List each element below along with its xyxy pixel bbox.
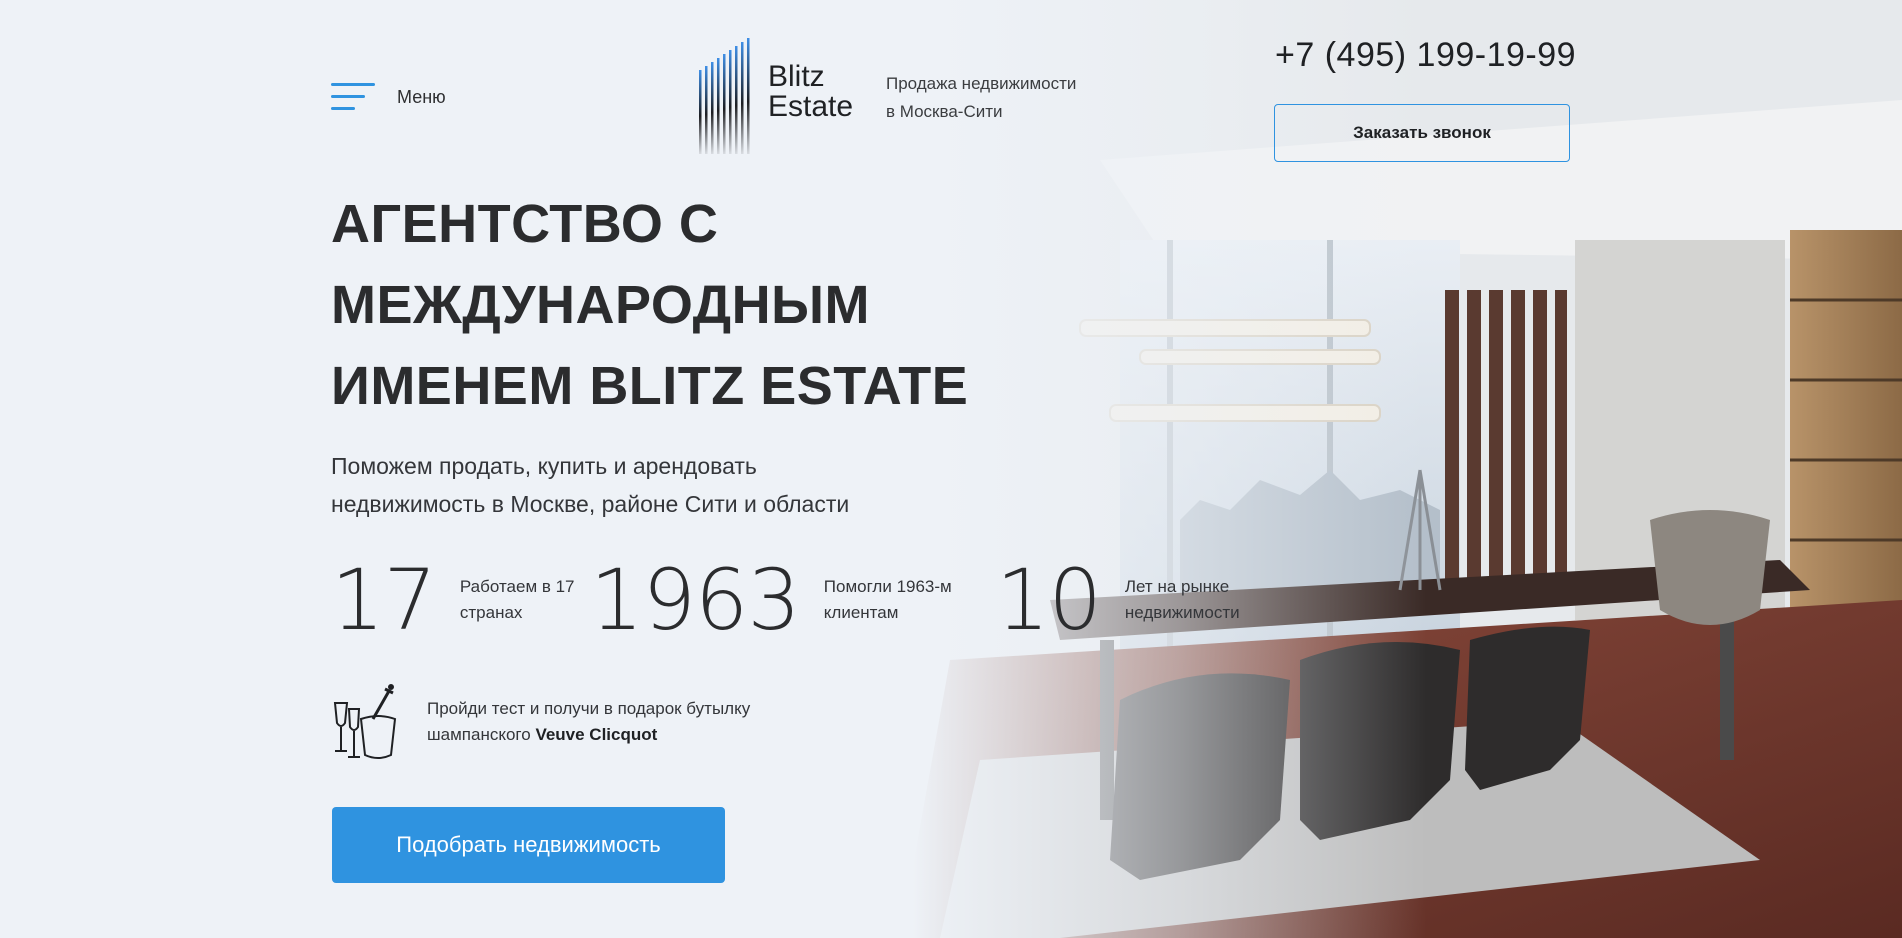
- menu-label: Меню: [397, 86, 446, 107]
- stat-value: 10: [996, 551, 1102, 649]
- logo-line-2: Estate: [768, 90, 854, 123]
- hero-title-line-3: ИМЕНЕМ BLITZ ESTATE: [331, 356, 969, 416]
- tagline-line-2: в Москва-Сити: [886, 102, 1003, 121]
- stat-years: 10 Лет на рынке недвижимости: [996, 555, 1265, 645]
- find-property-button[interactable]: Подобрать недвижимость: [332, 807, 725, 883]
- tagline-line-1: Продажа недвижимости: [886, 74, 1077, 93]
- stat-label: Лет на рынке недвижимости: [1124, 577, 1240, 622]
- promo-quiz[interactable]: Пройди тест и получи в подарок бутылку ш…: [331, 683, 787, 761]
- stat-clients: 1963 Помогли 1963-м клиентам: [590, 555, 974, 645]
- stat-countries: 17 Работаем в 17 странах: [331, 555, 590, 645]
- header-tagline: Продажа недвижимости в Москва-Сити: [886, 70, 1076, 126]
- hero-title-line-1: АГЕНТСТВО С: [331, 194, 719, 254]
- hero-subtitle-line-2: недвижимость в Москве, районе Сити и обл…: [331, 491, 850, 517]
- logo-wordmark[interactable]: Blitz Estate: [768, 62, 853, 122]
- callback-button[interactable]: Заказать звонок: [1274, 104, 1570, 162]
- stat-value: 1963: [590, 551, 801, 649]
- champagne-bucket-icon: [333, 684, 397, 759]
- logo-line-1: Blitz: [768, 60, 825, 93]
- menu-button[interactable]: Меню: [331, 80, 446, 114]
- hero-title: АГЕНТСТВО С МЕЖДУНАРОДНЫМ ИМЕНЕМ BLITZ E…: [331, 184, 1051, 427]
- promo-text: Пройди тест и получи в подарок бутылку ш…: [427, 696, 787, 748]
- hero-subtitle: Поможем продать, купить и арендовать нед…: [331, 447, 849, 523]
- promo-brand: Veuve Clicquot: [535, 725, 658, 744]
- stat-value: 17: [331, 551, 437, 649]
- stat-label: Помогли 1963-м клиентам: [823, 577, 952, 622]
- hamburger-menu-icon: [331, 80, 375, 114]
- hero-background-office-image: [0, 0, 1902, 938]
- phone-link[interactable]: +7 (495) 199-19-99: [1275, 36, 1576, 75]
- hero-subtitle-line-1: Поможем продать, купить и арендовать: [331, 453, 757, 479]
- hero-title-line-2: МЕЖДУНАРОДНЫМ: [331, 275, 870, 335]
- stat-label: Работаем в 17 странах: [459, 577, 575, 622]
